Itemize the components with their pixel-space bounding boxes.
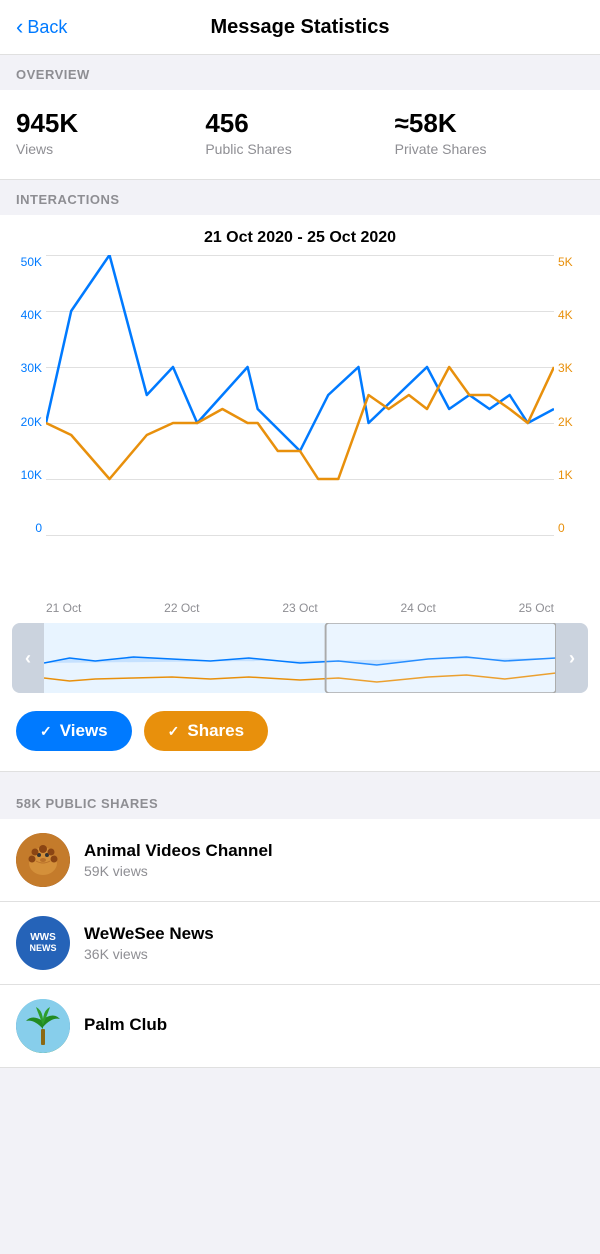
share-views: 59K views [84,863,584,879]
stat-public-shares-label: Public Shares [205,141,394,157]
chart-inner [46,255,554,535]
spacer [0,772,600,784]
shares-button[interactable]: ✓ Shares [144,711,268,751]
mini-nav-left[interactable]: ‹ [12,623,44,693]
mini-chart-svg [44,623,556,693]
y-left-50k: 50K [21,255,42,269]
news-label: NEWS [30,943,57,954]
avatar [16,833,70,887]
avatar: WWS NEWS [16,916,70,970]
chart-container: 50K 40K 30K 20K 10K 0 5K 4K 3K 2K 1K 0 [0,255,600,595]
back-label: Back [27,17,67,38]
share-info: Palm Club [84,1015,584,1037]
mini-chart: ‹ › [12,623,588,693]
stat-private-shares: ≈58K Private Shares [395,108,584,157]
y-left-20k: 20K [21,415,42,429]
views-button-label: Views [60,721,108,741]
palm-avatar-icon [16,999,70,1053]
y-right-2k: 2K [558,415,573,429]
views-check-icon: ✓ [40,723,52,740]
x-label-21oct: 21 Oct [46,601,81,615]
views-line [46,255,554,451]
y-right-1k: 1K [558,468,573,482]
share-name: WeWeSee News [84,924,584,944]
list-item: Palm Club [0,985,600,1068]
y-left-0: 0 [35,521,42,535]
shares-line [46,367,554,479]
x-label-23oct: 23 Oct [282,601,317,615]
stat-private-shares-value: ≈58K [395,108,584,139]
stat-private-shares-label: Private Shares [395,141,584,157]
y-left-30k: 30K [21,361,42,375]
x-label-24oct: 24 Oct [400,601,435,615]
x-axis: 21 Oct 22 Oct 23 Oct 24 Oct 25 Oct [0,595,600,615]
avatar [16,999,70,1053]
back-arrow-icon: ‹ [16,14,23,40]
share-views: 36K views [84,946,584,962]
stat-views: 945K Views [16,108,205,157]
x-label-25oct: 25 Oct [519,601,554,615]
stat-public-shares-value: 456 [205,108,394,139]
interactions-section-label: INTERACTIONS [0,180,600,215]
list-item: WWS NEWS WeWeSee News 36K views [0,902,600,985]
list-item: Animal Videos Channel 59K views [0,819,600,902]
stat-views-value: 945K [16,108,205,139]
public-shares-section-label: 58K PUBLIC SHARES [0,784,600,819]
share-info: WeWeSee News 36K views [84,924,584,962]
stat-public-shares: 456 Public Shares [205,108,394,157]
chart-title: 21 Oct 2020 - 25 Oct 2020 [0,215,600,255]
y-right-3k: 3K [558,361,573,375]
y-left-40k: 40K [21,308,42,322]
share-info: Animal Videos Channel 59K views [84,841,584,879]
overview-card: 945K Views 456 Public Shares ≈58K Privat… [0,90,600,180]
y-right-5k: 5K [558,255,573,269]
stat-views-label: Views [16,141,205,157]
lion-avatar-icon [16,833,70,887]
share-name: Animal Videos Channel [84,841,584,861]
y-axis-right: 5K 4K 3K 2K 1K 0 [554,255,600,535]
mini-chart-inner [44,623,556,693]
y-right-4k: 4K [558,308,573,322]
back-button[interactable]: ‹ Back [16,14,96,40]
share-name: Palm Club [84,1015,584,1035]
overview-section-label: OVERVIEW [0,55,600,90]
y-left-10k: 10K [21,468,42,482]
shares-button-label: Shares [187,721,244,741]
header: ‹ Back Message Statistics [0,0,600,55]
x-label-22oct: 22 Oct [164,601,199,615]
shares-check-icon: ✓ [168,723,180,740]
mini-nav-right[interactable]: › [556,623,588,693]
y-right-0: 0 [558,521,565,535]
wws-label: WWS [30,933,56,943]
public-shares-list: Animal Videos Channel 59K views WWS NEWS… [0,819,600,1068]
interactions-card: 21 Oct 2020 - 25 Oct 2020 50K 40K 30K 20… [0,215,600,772]
y-axis-left: 50K 40K 30K 20K 10K 0 [0,255,46,535]
chart-svg [46,255,554,535]
page-title: Message Statistics [96,16,504,39]
views-button[interactable]: ✓ Views [16,711,132,751]
button-row: ✓ Views ✓ Shares [0,701,600,759]
